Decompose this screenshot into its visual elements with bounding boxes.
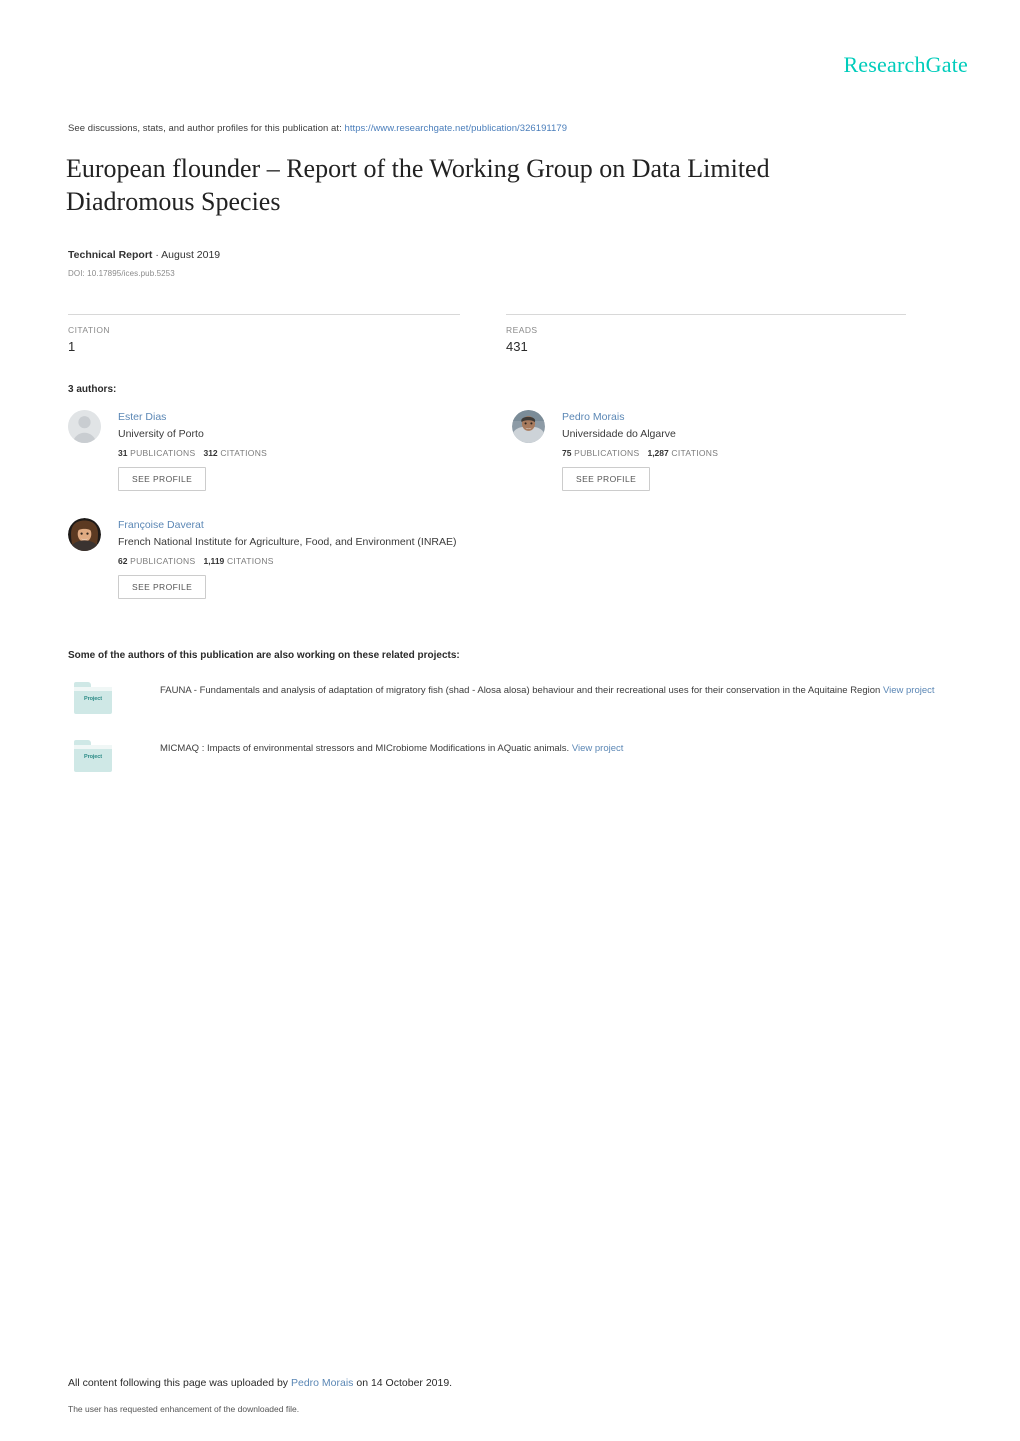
project-description-text: FAUNA - Fundamentals and analysis of ada… [160, 685, 881, 696]
publications-label: PUBLICATIONS [130, 448, 196, 458]
publications-count: 62 [118, 556, 128, 566]
project-folder-icon: Project [74, 740, 112, 772]
publication-doi: DOI: 10.17895/ices.pub.5253 [68, 269, 175, 278]
publication-url-link[interactable]: https://www.researchgate.net/publication… [344, 123, 567, 134]
publication-type: Technical Report [68, 249, 153, 261]
project-description: MICMAQ : Impacts of environmental stress… [160, 738, 958, 759]
document-page: ResearchGate See discussions, stats, and… [0, 0, 1020, 1441]
citations-label: CITATIONS [671, 448, 719, 458]
upload-note-suffix: on 14 October 2019. [356, 1377, 453, 1389]
publication-date: August 2019 [161, 249, 221, 261]
author-card: Pedro Morais Universidade do Algarve 75 … [512, 410, 942, 491]
author-stats: 62 PUBLICATIONS 1,119 CITATIONS [118, 556, 668, 566]
author-info: Ester Dias University of Porto 31 PUBLIC… [118, 410, 498, 491]
avatar[interactable] [512, 410, 545, 443]
see-profile-button[interactable]: SEE PROFILE [118, 575, 207, 599]
author-name-link[interactable]: Françoise Daverat [118, 518, 668, 533]
related-projects-heading: Some of the authors of this publication … [68, 650, 460, 661]
citations-count: 1,119 [203, 556, 225, 566]
divider-right [506, 314, 906, 315]
citations-label: CITATIONS [220, 448, 268, 458]
author-card: Ester Dias University of Porto 31 PUBLIC… [68, 410, 498, 491]
project-row: Project MICMAQ : Impacts of environmenta… [68, 738, 958, 772]
publication-type-line: Technical Report · August 2019 [68, 249, 220, 261]
view-project-link[interactable]: View project [883, 685, 935, 696]
author-card: Françoise Daverat French National Instit… [68, 518, 668, 599]
authors-count-label: 3 authors: [68, 384, 117, 395]
project-description: FAUNA - Fundamentals and analysis of ada… [160, 680, 958, 701]
author-affiliation: Universidade do Algarve [562, 428, 676, 440]
publications-count: 31 [118, 448, 128, 458]
see-discussions-text: See discussions, stats, and author profi… [68, 123, 342, 134]
upload-note: All content following this page was uplo… [68, 1377, 452, 1389]
see-discussions-line: See discussions, stats, and author profi… [68, 123, 567, 134]
project-description-text: MICMAQ : Impacts of environmental stress… [160, 743, 570, 754]
author-stats: 31 PUBLICATIONS 312 CITATIONS [118, 448, 498, 458]
author-name-link[interactable]: Ester Dias [118, 410, 498, 425]
researchgate-logo[interactable]: ResearchGate [843, 52, 968, 78]
project-row: Project FAUNA - Fundamentals and analysi… [68, 680, 958, 714]
view-project-link[interactable]: View project [572, 743, 624, 754]
publications-count: 75 [562, 448, 572, 458]
citations-label: CITATIONS [226, 556, 274, 566]
upload-note-prefix: All content following this page was uplo… [68, 1377, 289, 1389]
citations-count: 1,287 [647, 448, 669, 458]
reads-label: READS [506, 325, 538, 335]
author-stats: 75 PUBLICATIONS 1,287 CITATIONS [562, 448, 942, 458]
avatar[interactable] [68, 410, 101, 443]
project-icon-label: Project [84, 696, 102, 702]
author-affiliation: University of Porto [118, 428, 204, 440]
citation-label: CITATION [68, 325, 111, 335]
page-title: European flounder – Report of the Workin… [66, 154, 770, 216]
project-folder-icon: Project [74, 682, 112, 714]
citations-count: 312 [203, 448, 218, 458]
reads-value: 431 [506, 339, 528, 354]
author-name-link[interactable]: Pedro Morais [562, 410, 942, 425]
uploader-link[interactable]: Pedro Morais [291, 1377, 353, 1389]
project-icon-label: Project [84, 754, 102, 760]
avatar[interactable] [68, 518, 101, 551]
citation-value: 1 [68, 339, 76, 354]
author-affiliation: French National Institute for Agricultur… [118, 536, 457, 548]
enhancement-note: The user has requested enhancement of th… [68, 1404, 300, 1414]
see-profile-button[interactable]: SEE PROFILE [562, 467, 651, 491]
author-info: Françoise Daverat French National Instit… [118, 518, 668, 599]
divider-left [68, 314, 460, 315]
publications-label: PUBLICATIONS [130, 556, 196, 566]
publications-label: PUBLICATIONS [574, 448, 640, 458]
see-profile-button[interactable]: SEE PROFILE [118, 467, 207, 491]
author-info: Pedro Morais Universidade do Algarve 75 … [562, 410, 942, 491]
publication-separator: · [155, 249, 159, 261]
